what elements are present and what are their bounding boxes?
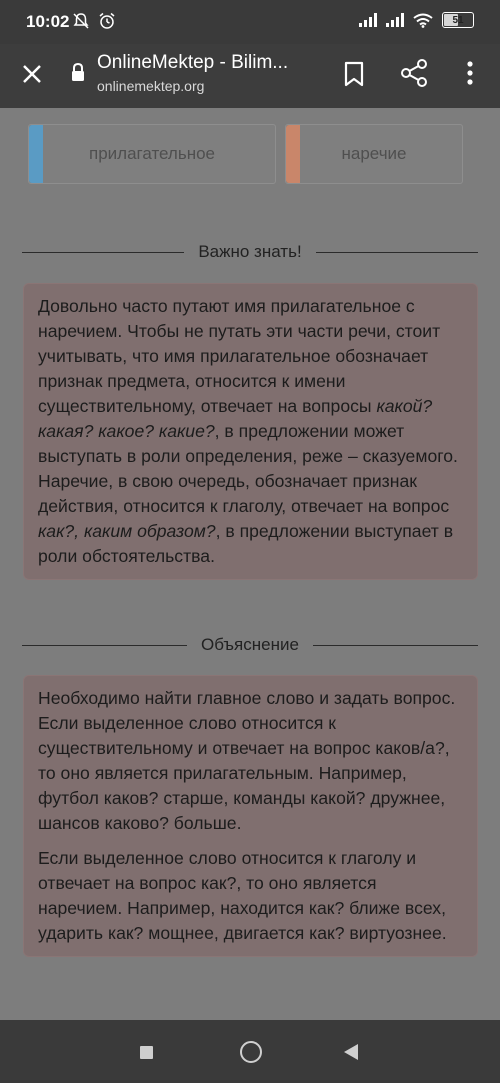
- option-label: прилагательное: [89, 144, 215, 163]
- explanation-callout: Необходимо найти главное слово и задать …: [23, 675, 478, 957]
- system-nav-bar: [0, 1020, 500, 1083]
- option-label: наречие: [341, 144, 407, 163]
- important-text: Довольно часто путают имя прилагательное…: [38, 296, 458, 566]
- option-color-bar: [286, 125, 300, 183]
- signal-icon: [359, 13, 377, 27]
- explanation-heading: Объяснение: [187, 635, 313, 654]
- mute-icon: [73, 13, 89, 29]
- option-color-bar: [29, 125, 43, 183]
- share-icon[interactable]: [400, 58, 428, 88]
- important-heading: Важно знать!: [184, 242, 316, 261]
- adverb-questions: как?, каким образом?: [38, 521, 216, 541]
- home-icon[interactable]: [240, 1041, 262, 1063]
- option-adverb[interactable]: наречие: [285, 124, 463, 184]
- explanation-paragraph-1: Необходимо найти главное слово и задать …: [38, 688, 456, 833]
- status-right-icons: 51: [359, 12, 474, 28]
- status-left-icons: [72, 12, 116, 30]
- close-icon[interactable]: [16, 58, 48, 90]
- recent-apps-icon[interactable]: [140, 1046, 153, 1059]
- back-icon[interactable]: [344, 1044, 358, 1060]
- alarm-icon: [99, 12, 115, 29]
- status-bar: 10:02 51: [0, 0, 500, 44]
- page-content: прилагательное наречие Важно знать! Дово…: [0, 108, 500, 1020]
- status-time: 10:02: [26, 12, 70, 31]
- browser-app-bar: OnlineMektep - Bilim... onlinemektep.org: [0, 44, 500, 108]
- bookmark-icon[interactable]: [342, 60, 366, 88]
- option-adjective[interactable]: прилагательное: [28, 124, 276, 184]
- important-callout: Довольно часто путают имя прилагательное…: [23, 283, 478, 580]
- page-url: onlinemektep.org: [97, 78, 205, 94]
- explanation-paragraph-2: Если выделенное слово относится к глагол…: [38, 848, 447, 943]
- battery-level: 51: [452, 14, 464, 26]
- page-title: OnlineMektep - Bilim...: [97, 52, 289, 73]
- explanation-divider: Объяснение: [22, 635, 478, 655]
- lock-icon: [72, 62, 84, 81]
- battery-icon: 51: [442, 12, 474, 28]
- wifi-icon: [413, 13, 433, 28]
- signal-icon: [386, 13, 404, 27]
- important-divider: Важно знать!: [22, 242, 478, 262]
- more-options-icon[interactable]: [462, 58, 478, 88]
